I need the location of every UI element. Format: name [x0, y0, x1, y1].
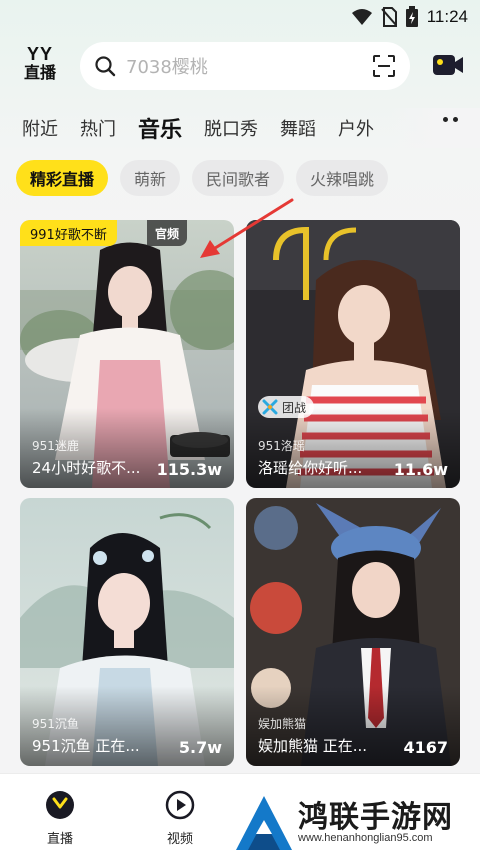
search-icon [95, 56, 116, 77]
nav-item-live[interactable]: 直播 [30, 790, 90, 847]
viewer-count: 5.7w [178, 738, 222, 757]
watermark-url: www.henanhonglian95.com [298, 832, 433, 844]
no-sim-icon [380, 7, 397, 27]
chip-hot-dance[interactable]: 火辣唱跳 [296, 160, 389, 196]
anchor-name: 951洛瑶 [258, 439, 305, 453]
nav-label-video: 视频 [166, 832, 193, 847]
chip-featured-live[interactable]: 精彩直播 [16, 160, 109, 196]
more-tabs-icon[interactable] [443, 117, 458, 122]
tabs-fade [390, 108, 480, 148]
watermark-logo-icon [236, 796, 292, 850]
camera-icon[interactable] [432, 52, 464, 78]
battle-icon [262, 399, 278, 415]
battery-icon [405, 6, 418, 27]
status-time: 11:24 [426, 7, 468, 26]
logo-text-top: YY [26, 44, 53, 64]
tab-hot[interactable]: 热门 [80, 115, 116, 141]
logo-text-bottom: 直播 [23, 63, 56, 82]
search-bar[interactable]: 7038樱桃 [80, 42, 410, 90]
anchor-name: 951沉鱼 [32, 717, 79, 731]
viewer-count: 11.6w [393, 460, 448, 479]
tab-nearby[interactable]: 附近 [22, 115, 58, 141]
battle-tag: 团战 [258, 396, 315, 418]
scan-icon[interactable] [372, 54, 396, 78]
header: YY 直播 7038樱桃 [0, 40, 480, 92]
stream-title: 951沉鱼 正在... [32, 737, 140, 755]
yy-logo[interactable]: YY 直播 [18, 45, 62, 81]
watermark-text: 鸿联手游网 [298, 800, 453, 835]
viewer-count: 115.3w [156, 460, 222, 479]
anchor-name: 娱加熊猫 [258, 717, 307, 731]
tab-music[interactable]: 音乐 [138, 112, 182, 144]
promo-tag: 991好歌不断 [20, 220, 117, 246]
official-tag: 官频 [147, 220, 188, 246]
nav-label-live: 直播 [46, 832, 73, 847]
stream-title: 24小时好歌不... [32, 459, 141, 477]
live-icon [46, 791, 74, 819]
sub-category-chips: 精彩直播 萌新 民间歌者 火辣唱跳 [16, 160, 389, 196]
chip-folk-singer[interactable]: 民间歌者 [192, 160, 285, 196]
tab-outdoor[interactable]: 户外 [338, 115, 374, 141]
status-icons: 11:24 [351, 6, 468, 28]
anchor-name: 951迷鹿 [32, 439, 79, 453]
live-card[interactable]: 团战 951洛瑶 洛瑶给你好听... 11.6w [246, 220, 460, 488]
viewer-count: 4167 [403, 738, 448, 757]
video-play-icon [165, 790, 195, 820]
nav-item-video[interactable]: 视频 [150, 790, 210, 847]
status-bar: 11:24 [0, 0, 480, 34]
live-card[interactable]: 951沉鱼 951沉鱼 正在... 5.7w [20, 498, 234, 766]
stream-title: 娱加熊猫 正在... [258, 737, 368, 755]
search-placeholder: 7038樱桃 [126, 57, 208, 78]
battle-label: 团战 [282, 400, 307, 415]
tab-talk-show[interactable]: 脱口秀 [204, 115, 258, 141]
chip-newbie[interactable]: 萌新 [120, 160, 181, 196]
watermark: 鸿联手游网 www.henanhonglian95.com [232, 792, 480, 853]
annotation-arrow-icon [200, 198, 294, 258]
stream-title: 洛瑶给你好听... [258, 459, 363, 477]
live-card[interactable]: 娱加熊猫 娱加熊猫 正在... 4167 [246, 498, 460, 766]
live-card[interactable]: 991好歌不断 官频 951迷鹿 24小时好歌不... 115.3w [20, 220, 234, 488]
tab-dance[interactable]: 舞蹈 [280, 115, 316, 141]
wifi-icon [351, 9, 372, 25]
